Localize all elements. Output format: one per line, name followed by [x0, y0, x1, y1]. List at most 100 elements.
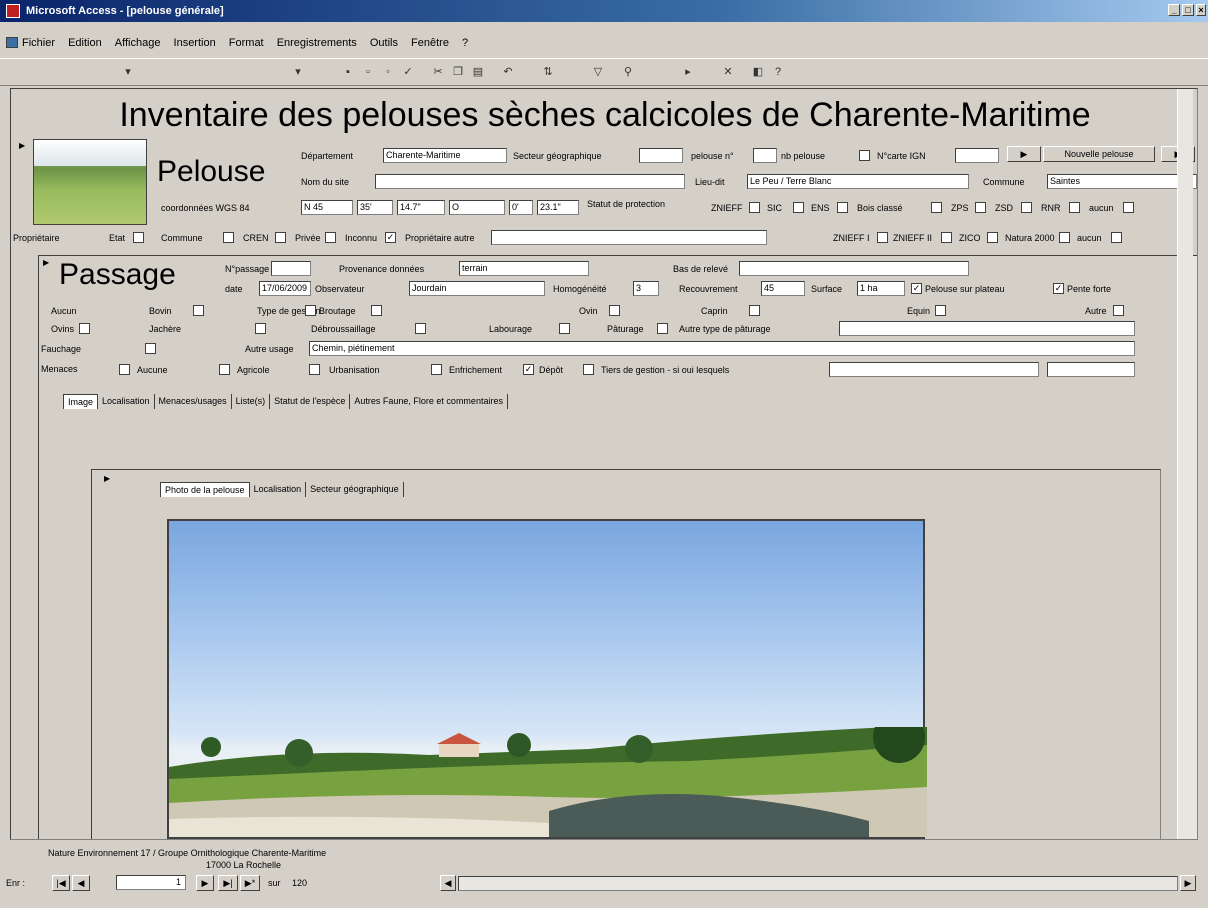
- undo-icon[interactable]: ↶: [500, 63, 516, 81]
- tab-image[interactable]: Image: [63, 394, 99, 409]
- minimize-button[interactable]: _: [1168, 4, 1180, 16]
- menace-tiers-field[interactable]: [829, 362, 1039, 377]
- autre-paturage-field[interactable]: [839, 321, 1135, 336]
- jachere-checkbox[interactable]: [255, 323, 266, 334]
- menu-fichier[interactable]: Fichier: [22, 34, 55, 52]
- fauchage-checkbox[interactable]: [145, 343, 156, 354]
- prop-autre-field[interactable]: [491, 230, 767, 245]
- secteur-select[interactable]: [639, 148, 683, 163]
- labourage-checkbox[interactable]: [559, 323, 570, 334]
- menace-tiers-checkbox[interactable]: [583, 364, 594, 375]
- coord-field-1[interactable]: N 45: [301, 200, 353, 215]
- autre-usage-field[interactable]: Chemin, piétinement: [309, 341, 1135, 356]
- statut-ens-checkbox[interactable]: [837, 202, 848, 213]
- tab-autres[interactable]: Autres Faune, Flore et commentaires: [350, 394, 508, 409]
- view-icon[interactable]: ▾: [120, 63, 136, 81]
- dropdown-icon[interactable]: ▾: [290, 63, 306, 81]
- menace-aucune-checkbox[interactable]: [119, 364, 130, 375]
- statut-bois-checkbox[interactable]: [931, 202, 942, 213]
- type-gestion-checkbox[interactable]: [305, 305, 316, 316]
- paturage-checkbox[interactable]: [657, 323, 668, 334]
- menu-fenetre[interactable]: Fenêtre: [411, 34, 449, 52]
- base-releve-field[interactable]: [739, 261, 969, 276]
- menace-extra-field[interactable]: [1047, 362, 1135, 377]
- inv-zico-checkbox[interactable]: [987, 232, 998, 243]
- pelouse-plateau-checkbox[interactable]: ✓: [911, 283, 922, 294]
- last-record-button[interactable]: ▶|: [218, 875, 238, 891]
- lieu-dit-field[interactable]: Le Peu / Terre Blanc: [747, 174, 969, 189]
- usage-bovin-checkbox[interactable]: [193, 305, 204, 316]
- cut-icon[interactable]: ✂: [430, 63, 446, 81]
- observateur-field[interactable]: Jourdain: [409, 281, 545, 296]
- menu-affichage[interactable]: Affichage: [115, 34, 161, 52]
- coord-field-5[interactable]: 0': [509, 200, 533, 215]
- find-icon[interactable]: ⚲: [620, 63, 636, 81]
- inv-znieff1-checkbox[interactable]: [877, 232, 888, 243]
- paste-icon[interactable]: ▤: [470, 63, 486, 81]
- menu-insertion[interactable]: Insertion: [174, 34, 216, 52]
- hscroll-right-button[interactable]: ▶: [1180, 875, 1196, 891]
- passage-record-selector-icon[interactable]: ▶: [43, 258, 52, 268]
- broutage-checkbox[interactable]: [371, 305, 382, 316]
- prop-cren-checkbox[interactable]: [275, 232, 286, 243]
- statut-znieff-checkbox[interactable]: [749, 202, 760, 213]
- photo-record-selector-icon[interactable]: ▶: [104, 474, 113, 484]
- surface-field[interactable]: 1 ha: [857, 281, 905, 296]
- tab-listes[interactable]: Liste(s): [232, 394, 271, 409]
- inv-znieff2-checkbox[interactable]: [941, 232, 952, 243]
- coord-field-3[interactable]: 14.7": [397, 200, 445, 215]
- record-selector-icon[interactable]: ▶: [19, 141, 28, 151]
- menace-urbanisation-checkbox[interactable]: [309, 364, 320, 375]
- coord-field-4[interactable]: O: [449, 200, 505, 215]
- preview-icon[interactable]: ◦: [380, 63, 396, 81]
- prop-commune-checkbox[interactable]: [223, 232, 234, 243]
- hscroll-left-button[interactable]: ◀: [440, 875, 456, 891]
- menace-depot-checkbox[interactable]: ✓: [523, 364, 534, 375]
- subtab-photo[interactable]: Photo de la pelouse: [160, 482, 250, 497]
- statut-sic-checkbox[interactable]: [793, 202, 804, 213]
- spell-icon[interactable]: ✓: [400, 63, 416, 81]
- pente-checkbox[interactable]: ✓: [1053, 283, 1064, 294]
- usage-caprin-checkbox[interactable]: [749, 305, 760, 316]
- statut-zsd-checkbox[interactable]: [1021, 202, 1032, 213]
- help-icon[interactable]: ?: [770, 63, 786, 81]
- print-icon[interactable]: ▫: [360, 63, 376, 81]
- prop-inconnu-checkbox[interactable]: ✓: [385, 232, 396, 243]
- departement-select[interactable]: Charente-Maritime: [383, 148, 507, 163]
- tab-menaces[interactable]: Menaces/usages: [155, 394, 232, 409]
- sort-icon[interactable]: ⇅: [540, 63, 556, 81]
- maximize-button[interactable]: □: [1182, 4, 1194, 16]
- coord-field-6[interactable]: 23.1": [537, 200, 579, 215]
- new-record-button[interactable]: ▶*: [240, 875, 260, 891]
- statut-rnr-checkbox[interactable]: [1069, 202, 1080, 213]
- form-vertical-scrollbar[interactable]: [1177, 89, 1193, 839]
- passage-no-field[interactable]: [271, 261, 311, 276]
- nom-site-field[interactable]: [375, 174, 685, 189]
- prev-record-button[interactable]: ◀: [72, 875, 90, 891]
- nouvelle-pelouse-button[interactable]: Nouvelle pelouse: [1043, 146, 1155, 162]
- coord-field-2[interactable]: 35': [357, 200, 393, 215]
- ncarte-field[interactable]: [955, 148, 999, 163]
- tab-statut[interactable]: Statut de l'espèce: [270, 394, 351, 409]
- pelouse-no-field[interactable]: [753, 148, 777, 163]
- subtab-localisation[interactable]: Localisation: [250, 482, 307, 497]
- statut-aucun-checkbox[interactable]: [1123, 202, 1134, 213]
- prop-privee-checkbox[interactable]: [325, 232, 336, 243]
- debroussaillage-checkbox[interactable]: [415, 323, 426, 334]
- horizontal-scrollbar[interactable]: [458, 876, 1178, 891]
- menu-edition[interactable]: Edition: [68, 34, 102, 52]
- homogeneite-field[interactable]: 3: [633, 281, 659, 296]
- next-pelouse-button[interactable]: ▶: [1007, 146, 1041, 162]
- inv-natura-checkbox[interactable]: [1059, 232, 1070, 243]
- current-record-field[interactable]: 1: [116, 875, 186, 890]
- database-icon[interactable]: ◧: [750, 63, 766, 81]
- usage-autre-checkbox[interactable]: [1113, 305, 1124, 316]
- date-field[interactable]: 17/06/2009: [259, 281, 311, 296]
- menu-format[interactable]: Format: [229, 34, 264, 52]
- commune-field[interactable]: Saintes: [1047, 174, 1197, 189]
- tab-localisation[interactable]: Localisation: [98, 394, 155, 409]
- save-icon[interactable]: ▪: [340, 63, 356, 81]
- statut-zps-checkbox[interactable]: [975, 202, 986, 213]
- new-record-icon[interactable]: ▸: [680, 63, 696, 81]
- menu-outils[interactable]: Outils: [370, 34, 398, 52]
